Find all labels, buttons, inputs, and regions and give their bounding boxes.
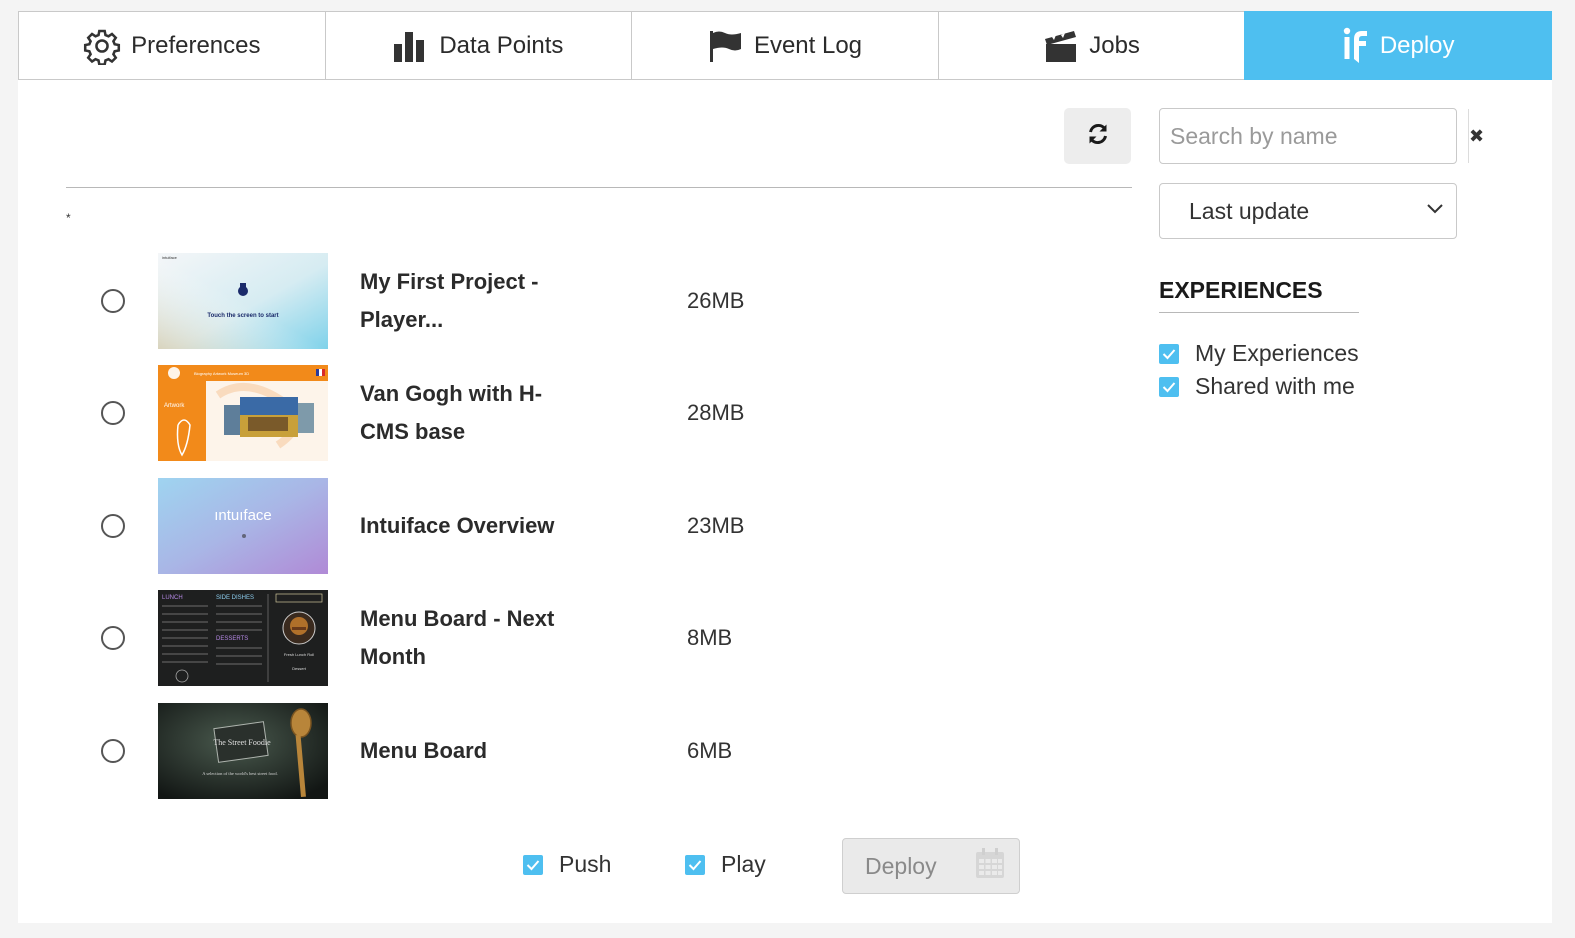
gear-icon: [83, 27, 121, 65]
page: Preferences Data Points Event Log Jobs D…: [0, 0, 1575, 938]
sort-select[interactable]: Last update: [1159, 183, 1457, 239]
thumb-caption: Touch the screen to start: [207, 313, 278, 319]
select-radio[interactable]: [101, 626, 125, 650]
tab-label: Deploy: [1379, 31, 1455, 59]
list-item: ıntuıface Intuiface Overview 23MB: [101, 478, 801, 574]
tab-label: Jobs: [1089, 31, 1140, 59]
refresh-icon: [1086, 122, 1110, 151]
play-option[interactable]: Play: [685, 851, 766, 878]
experience-thumbnail: ıntuıface: [158, 478, 328, 574]
refresh-button[interactable]: [1064, 108, 1131, 164]
experience-size: 6MB: [687, 738, 733, 763]
experience-name: My First Project - Player...: [360, 269, 539, 332]
svg-text:DESSERTS: DESSERTS: [216, 636, 248, 642]
deploy-button[interactable]: Deploy: [842, 838, 1020, 894]
svg-text:Fresh Lunch Roll: Fresh Lunch Roll: [284, 652, 314, 657]
select-radio[interactable]: [101, 739, 125, 763]
filter-label: Shared with me: [1195, 373, 1355, 399]
experience-name: Menu Board: [360, 738, 488, 763]
experience-thumbnail: Biography Artwork Museum 3D Artwork: [158, 365, 328, 461]
checkbox-checked-icon: [685, 854, 705, 875]
thumb-caption: Artwork: [164, 403, 185, 409]
experience-thumbnail: LUNCH SIDE DISHES DESSERTS Fresh Lunch R…: [158, 590, 328, 686]
checkbox-checked-icon: [1159, 376, 1179, 397]
checkbox-checked-icon: [1159, 343, 1179, 364]
clapperboard-icon: [1043, 29, 1079, 63]
close-icon: ✖: [1469, 125, 1485, 146]
svg-text:A selection of the world's bes: A selection of the world's best street f…: [202, 771, 278, 776]
tab-event-log[interactable]: Event Log: [631, 11, 938, 80]
tab-preferences[interactable]: Preferences: [18, 11, 325, 80]
chevron-down-icon: [1426, 202, 1456, 220]
required-marker: *: [66, 211, 71, 225]
experience-size: 23MB: [687, 513, 745, 538]
svg-text:Biography Artwork Museum: Biography Artwork Museum 3D: [194, 371, 249, 376]
list-item: LUNCH SIDE DISHES DESSERTS Fresh Lunch R…: [101, 590, 801, 686]
experience-size: 8MB: [687, 625, 733, 650]
experience-name: Menu Board - Next Month: [360, 606, 555, 669]
experiences-heading: EXPERIENCES: [1159, 277, 1359, 313]
push-label: Push: [559, 851, 612, 877]
experience-thumbnail: The Street Foodie A selection of the wor…: [158, 703, 328, 799]
deploy-panel: Preferences Data Points Event Log Jobs D…: [18, 11, 1552, 923]
svg-text:Dessert: Dessert: [292, 666, 307, 671]
filter-label: My Experiences: [1195, 340, 1359, 366]
search-input[interactable]: [1160, 110, 1468, 162]
filter-shared-with-me[interactable]: Shared with me: [1159, 373, 1355, 400]
list-item: intuiface Touch the screen to start My F…: [101, 253, 801, 349]
search-box: ✖: [1159, 108, 1484, 164]
tab-bar: Preferences Data Points Event Log Jobs D…: [18, 11, 1552, 80]
select-radio[interactable]: [101, 514, 125, 538]
experience-name: Van Gogh with H-CMS base: [360, 381, 543, 444]
tab-data-points[interactable]: Data Points: [324, 11, 632, 80]
filter-my-experiences[interactable]: My Experiences: [1159, 340, 1359, 367]
svg-text:intuiface: intuiface: [162, 255, 178, 260]
deploy-button-label: Deploy: [865, 852, 937, 879]
checkbox-checked-icon: [523, 854, 543, 875]
play-label: Play: [721, 851, 766, 877]
sort-selected-value: Last update: [1189, 197, 1310, 224]
tab-label: Preferences: [131, 31, 261, 59]
select-radio[interactable]: [101, 289, 125, 313]
list-item: The Street Foodie A selection of the wor…: [101, 703, 801, 799]
list-item: Biography Artwork Museum 3D Artwork Van …: [101, 365, 801, 461]
experience-thumbnail: intuiface Touch the screen to start: [158, 253, 328, 349]
thumb-caption: ıntuıface: [214, 507, 272, 524]
experience-size: 28MB: [687, 400, 745, 425]
tab-label: Event Log: [753, 31, 863, 59]
select-radio[interactable]: [101, 401, 125, 425]
clear-search-button[interactable]: ✖: [1468, 109, 1484, 163]
push-option[interactable]: Push: [523, 851, 611, 878]
intuiface-logo-icon: [1342, 27, 1370, 65]
thumb-caption: The Street Foodie: [213, 738, 271, 747]
flag-icon: [708, 29, 744, 63]
list-divider: [66, 187, 1132, 188]
svg-text:SIDE DISHES: SIDE DISHES: [216, 595, 254, 601]
experience-size: 26MB: [687, 288, 745, 313]
thumb-caption: LUNCH: [162, 595, 183, 601]
tab-label: Data Points: [439, 31, 564, 59]
tab-jobs[interactable]: Jobs: [937, 11, 1245, 80]
calendar-icon: [953, 847, 1019, 885]
tab-deploy[interactable]: Deploy: [1244, 11, 1552, 80]
experience-name: Intuiface Overview: [360, 513, 555, 538]
bar-chart-icon: [393, 30, 429, 62]
